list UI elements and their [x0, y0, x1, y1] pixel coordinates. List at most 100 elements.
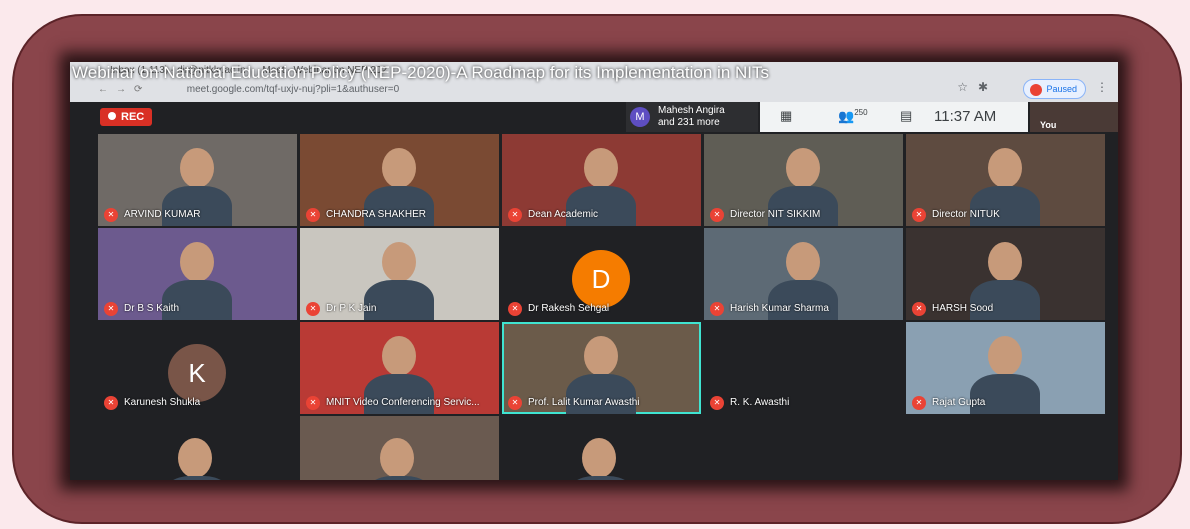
- people-button[interactable]: 👥250: [838, 108, 868, 124]
- star-icon[interactable]: ☆✱: [957, 80, 998, 94]
- participant-body: [364, 186, 434, 226]
- participant-tile[interactable]: ✕ Dr B S Kaith: [98, 228, 297, 320]
- participant-video: [786, 242, 820, 282]
- participant-name: Rajat Gupta: [932, 397, 986, 408]
- mic-off-icon: ✕: [306, 396, 320, 410]
- profile-paused-button[interactable]: Paused: [1023, 79, 1086, 99]
- participant-body: [162, 186, 232, 226]
- participant-video: [584, 336, 618, 376]
- participant-video: [988, 148, 1022, 188]
- chat-icon[interactable]: ▤: [900, 108, 912, 124]
- mic-off-icon: ✕: [104, 302, 118, 316]
- mic-off-icon: ✕: [104, 396, 118, 410]
- participant-video: [988, 242, 1022, 282]
- rec-label: REC: [121, 111, 145, 123]
- participant-name: Prof. Lalit Kumar Awasthi: [528, 397, 640, 408]
- participant-tile[interactable]: ✕ R. K. Awasthi: [704, 322, 903, 414]
- participant-tile[interactable]: ✕ Dr P K Jain: [300, 228, 499, 320]
- mic-off-icon: ✕: [104, 208, 118, 222]
- participant-name: CHANDRA SHAKHER: [326, 209, 427, 220]
- mic-off-icon: ✕: [912, 396, 926, 410]
- participant-body: [768, 186, 838, 226]
- participant-tile[interactable]: K ✕ Karunesh Shukla: [98, 322, 297, 414]
- mic-off-icon: ✕: [710, 302, 724, 316]
- participant-name: Director NITUK: [932, 209, 1000, 220]
- participant-tile[interactable]: ✕ Director NITUK: [906, 134, 1105, 226]
- participant-tile[interactable]: [98, 416, 297, 480]
- participant-body: [566, 186, 636, 226]
- participant-video: [786, 148, 820, 188]
- meet-screen: Inbox (1,113) - dir@nitkkr.ac.in Meet - …: [70, 62, 1118, 480]
- participant-tile[interactable]: ✕ Dean Academic: [502, 134, 701, 226]
- participant-video: [988, 336, 1022, 376]
- participant-tile[interactable]: D ✕ Dr Rakesh Sehgal: [502, 228, 701, 320]
- participant-name: Dr P K Jain: [326, 303, 377, 314]
- participant-body: [970, 186, 1040, 226]
- participant-video: [180, 242, 214, 282]
- participant-tile[interactable]: ✕ Prof. Lalit Kumar Awasthi: [502, 322, 701, 414]
- joined-name: Mahesh Angira: [658, 105, 725, 116]
- participant-name: Harish Kumar Sharma: [730, 303, 829, 314]
- mic-off-icon: ✕: [508, 396, 522, 410]
- mic-off-icon: ✕: [912, 208, 926, 222]
- participant-name: HARSH Sood: [932, 303, 994, 314]
- mic-off-icon: ✕: [912, 302, 926, 316]
- avatar: K: [168, 344, 226, 402]
- recording-badge: REC: [100, 108, 153, 126]
- participant-body: [566, 476, 636, 480]
- joined-text: Mahesh Angira and 231 more: [658, 105, 725, 129]
- grid-layout-icon[interactable]: ▦: [780, 108, 792, 124]
- address-bar[interactable]: ←→⟳ meet.google.com/tqf-uxjv-nuj?pli=1&a…: [98, 81, 958, 99]
- participant-count: 250: [854, 108, 868, 117]
- avatar: M: [630, 107, 650, 127]
- participant-name: Karunesh Shukla: [124, 397, 201, 408]
- menu-icon[interactable]: ⋮: [1096, 80, 1108, 94]
- participant-video: [584, 148, 618, 188]
- participant-body: [162, 280, 232, 320]
- webinar-title: Webinar on National Education Policy (NE…: [72, 63, 770, 82]
- mic-off-icon: ✕: [508, 302, 522, 316]
- avatar: D: [572, 250, 630, 308]
- mic-off-icon: ✕: [306, 208, 320, 222]
- participant-name: MNIT Video Conferencing Servic...: [326, 397, 480, 408]
- participant-video: [380, 438, 414, 478]
- participant-name: Director NIT SIKKIM: [730, 209, 821, 220]
- participant-video: [382, 242, 416, 282]
- participant-body: [768, 280, 838, 320]
- participant-video: [582, 438, 616, 478]
- mic-off-icon: ✕: [710, 396, 724, 410]
- participant-tile[interactable]: ✕ ARVIND KUMAR: [98, 134, 297, 226]
- participant-body: [566, 374, 636, 414]
- avatar: [1030, 83, 1043, 96]
- participant-body: [364, 476, 434, 480]
- participant-video: [178, 438, 212, 478]
- participant-name: R. K. Awasthi: [730, 397, 790, 408]
- participant-tile[interactable]: ✕ MNIT Video Conferencing Servic...: [300, 322, 499, 414]
- url-text: meet.google.com/tqf-uxjv-nuj?pli=1&authu…: [186, 84, 400, 95]
- nav-arrows-icon[interactable]: ←→⟳: [98, 81, 184, 99]
- participant-body: [364, 374, 434, 414]
- mic-off-icon: ✕: [306, 302, 320, 316]
- self-view-tile[interactable]: You: [1030, 102, 1118, 132]
- you-label: You: [1040, 120, 1057, 130]
- participant-body: [970, 280, 1040, 320]
- participant-body: [162, 476, 232, 480]
- participant-tile[interactable]: ✕ Rajat Gupta: [906, 322, 1105, 414]
- participant-tile[interactable]: ✕ HARSH Sood: [906, 228, 1105, 320]
- participant-tile[interactable]: ✕ Harish Kumar Sharma: [704, 228, 903, 320]
- participant-video: [180, 148, 214, 188]
- paused-label: Paused: [1046, 84, 1077, 94]
- participant-body: [364, 280, 434, 320]
- mic-off-icon: ✕: [508, 208, 522, 222]
- meet-toolbar: ▦ 👥250 ▤ 11:37 AM: [760, 102, 1028, 132]
- record-dot-icon: [108, 112, 116, 120]
- participant-name: Dr B S Kaith: [124, 303, 180, 314]
- participant-tile[interactable]: [300, 416, 499, 480]
- participant-name: ARVIND KUMAR: [124, 209, 201, 220]
- participant-tile[interactable]: ✕ Director NIT SIKKIM: [704, 134, 903, 226]
- participant-name: Dr Rakesh Sehgal: [528, 303, 610, 314]
- participant-tile[interactable]: [502, 416, 701, 480]
- participant-video: [382, 336, 416, 376]
- participant-video: [382, 148, 416, 188]
- participant-tile[interactable]: ✕ CHANDRA SHAKHER: [300, 134, 499, 226]
